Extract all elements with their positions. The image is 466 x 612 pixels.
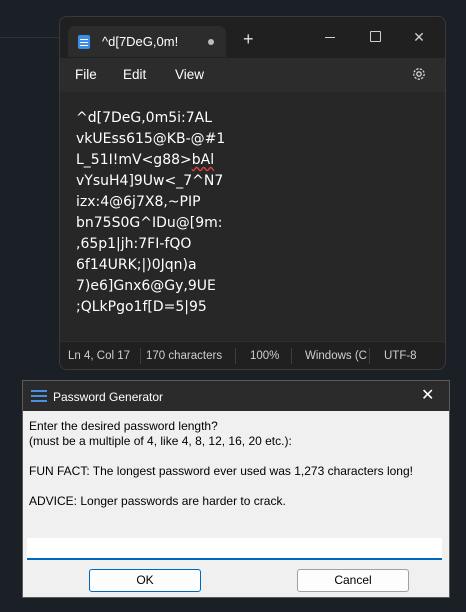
menu-view[interactable]: View: [175, 67, 204, 82]
password-length-input[interactable]: [27, 538, 442, 560]
cursor-position: Ln 4, Col 17: [68, 350, 131, 362]
zoom-level[interactable]: 100%: [250, 350, 279, 362]
notepad-titlebar: ^d[7DeG,0m! + ✕: [60, 17, 445, 57]
text-editor[interactable]: ^d[7DeG,0m5i:7AL vkUEss615@KB-@#1 L_51I!…: [60, 92, 445, 341]
settings-gear-icon[interactable]: [411, 66, 427, 82]
app-list-icon: [31, 390, 47, 402]
dialog-title: Password Generator: [53, 390, 164, 404]
encoding[interactable]: UTF-8: [384, 350, 417, 362]
password-generator-dialog: Password Generator ✕ Enter the desired p…: [22, 380, 450, 598]
minimize-button[interactable]: [316, 25, 344, 49]
character-count: 170 characters: [146, 350, 223, 362]
status-separator: [291, 348, 292, 364]
unsaved-dot-icon[interactable]: [208, 39, 214, 45]
text-after: vYsuH4]9Uw<_7^N7 izx:4@6j7X8,~PIP bn75S0…: [76, 173, 224, 315]
background-divider: [0, 37, 60, 38]
status-separator: [140, 348, 141, 364]
notepad-window: ^d[7DeG,0m! + ✕ File Edit View ^d[7DeG,0…: [59, 16, 446, 370]
status-separator: [235, 348, 236, 364]
tab-title: ^d[7DeG,0m!: [102, 34, 179, 49]
cancel-button[interactable]: Cancel: [297, 569, 409, 592]
status-bar: Ln 4, Col 17 170 characters 100% Windows…: [60, 341, 445, 369]
line-ending[interactable]: Windows (C: [305, 350, 367, 362]
new-tab-button[interactable]: +: [243, 30, 254, 48]
misspelled-word: bAl: [191, 152, 215, 168]
menu-file[interactable]: File: [75, 67, 97, 82]
menu-edit[interactable]: Edit: [123, 67, 146, 82]
document-tab[interactable]: ^d[7DeG,0m!: [68, 26, 226, 57]
status-separator: [369, 348, 370, 364]
dialog-titlebar: Password Generator ✕: [23, 381, 449, 411]
notepad-document-icon: [78, 35, 90, 49]
dialog-close-button[interactable]: ✕: [421, 385, 434, 405]
dialog-message: Enter the desired password length? (must…: [29, 419, 413, 508]
maximize-button[interactable]: [361, 25, 389, 49]
menu-bar: File Edit View: [60, 58, 445, 92]
ok-button[interactable]: OK: [89, 569, 201, 592]
editor-text: ^d[7DeG,0m5i:7AL vkUEss615@KB-@#1 L_51I!…: [76, 108, 225, 318]
close-window-button[interactable]: ✕: [405, 25, 433, 49]
